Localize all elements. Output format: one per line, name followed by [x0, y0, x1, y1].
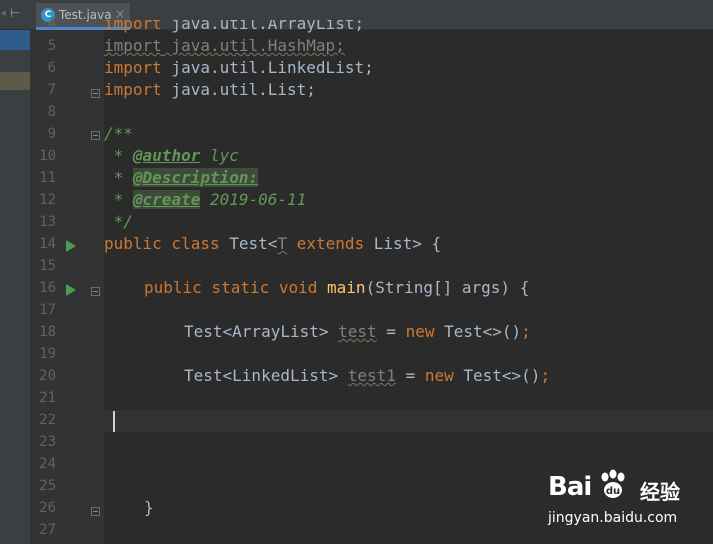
javadoc-value: lyc	[200, 146, 239, 165]
line-number: 19	[39, 346, 56, 362]
line-number: 21	[39, 390, 56, 406]
import-path: java.util.HashMap;	[161, 36, 345, 55]
method-name: main	[327, 278, 366, 297]
code-line-9: /**	[104, 124, 133, 143]
watermark-url: jingyan.baidu.com	[548, 510, 678, 526]
javadoc-tag: @create	[132, 190, 201, 209]
line-number: 20	[39, 368, 56, 384]
tab-label: Test.java	[59, 8, 112, 22]
unused-variable: test	[338, 322, 377, 341]
code-line-10: * @author lyc	[104, 146, 239, 165]
fold-comment-icon[interactable]	[91, 131, 100, 140]
line-number: 14	[39, 236, 56, 252]
line-number: 6	[47, 60, 56, 76]
line-number: 13	[39, 214, 56, 230]
type-name: Test<LinkedList>	[184, 366, 348, 385]
line-number: 11	[39, 170, 56, 186]
class-name: Test<	[229, 234, 278, 253]
close-icon[interactable]: ×	[115, 7, 125, 21]
watermark-brand: Bai	[548, 472, 592, 502]
keyword: public class	[104, 234, 230, 253]
keyword: import	[104, 58, 162, 77]
svg-text:du: du	[606, 486, 620, 497]
unused-variable: test1	[347, 366, 396, 385]
doc-star: *	[104, 168, 133, 187]
code-line-13: */	[104, 212, 133, 231]
code-line-12: * @create 2019-06-11	[104, 190, 306, 209]
line-number: 10	[39, 148, 56, 164]
doc-star: *	[104, 190, 133, 209]
code-line-11: * @Description:	[104, 168, 259, 187]
fold-method-icon[interactable]	[91, 287, 100, 296]
code-line-26: }	[144, 498, 154, 517]
keyword: new	[405, 322, 445, 341]
import-path: java.util.LinkedList;	[161, 58, 374, 77]
line-number: 5	[47, 38, 56, 54]
line-number: 7	[47, 82, 56, 98]
code-line-20: Test<LinkedList> test1 = new Test<>();	[184, 366, 550, 385]
line-number: 27	[39, 522, 56, 538]
fold-imports-icon[interactable]	[91, 89, 100, 98]
line-number: 18	[39, 324, 56, 340]
code-line-7: import java.util.List;	[104, 80, 316, 99]
line-number: 26	[39, 500, 56, 516]
code-text: =	[395, 366, 425, 385]
fold-end-icon[interactable]	[91, 507, 100, 516]
code-line-16: public static void main(String[] args) {	[144, 278, 529, 297]
line-number: 15	[39, 258, 56, 274]
line-number: 23	[39, 434, 56, 450]
line-number: 25	[39, 478, 56, 494]
watermark-chinese: 经验	[640, 480, 680, 504]
line-number: 8	[47, 104, 56, 120]
line-number: 4	[47, 16, 56, 32]
pin-tabs-icon[interactable]: ⊢	[10, 6, 20, 20]
keyword: extends	[287, 234, 374, 253]
line-number: 12	[39, 192, 56, 208]
baidu-jingyan-watermark: Bai du 经验 jingyan.baidu.com	[548, 468, 708, 538]
line-number: 9	[47, 126, 56, 142]
code-line-18: Test<ArrayList> test = new Test<>();	[184, 322, 531, 341]
paw-logo-icon: du	[601, 469, 625, 498]
left-tool-strip	[0, 0, 30, 544]
code-line-6: import java.util.LinkedList;	[104, 58, 374, 77]
type-name: Test<ArrayList>	[184, 322, 339, 341]
code-text: Test<>()	[463, 366, 541, 385]
javadoc-tag: @Description:	[132, 168, 259, 187]
text-caret	[113, 411, 115, 432]
keyword: import	[104, 36, 162, 55]
code-text: List> {	[373, 234, 442, 253]
semicolon: ;	[521, 322, 531, 341]
code-line-5: import java.util.HashMap;	[104, 36, 345, 55]
project-panel-selection[interactable]	[0, 30, 30, 50]
project-panel-item[interactable]	[0, 72, 30, 90]
line-number: 16	[39, 280, 56, 296]
line-number: 17	[39, 302, 56, 318]
semicolon: ;	[540, 366, 551, 385]
scroll-left-icon[interactable]: ◃	[0, 6, 7, 20]
code-text: Test<>()	[444, 322, 522, 341]
doc-star: *	[104, 146, 133, 165]
run-main-icon[interactable]	[66, 284, 76, 296]
code-line-14: public class Test<T extends List> {	[104, 234, 441, 253]
keyword: public static void	[144, 278, 328, 297]
current-line-highlight	[30, 410, 713, 432]
keyword: import	[104, 80, 162, 99]
import-path: java.util.List;	[161, 80, 316, 99]
javadoc-tag: @author	[132, 146, 201, 165]
type-parameter: T	[277, 234, 288, 253]
line-number: 22	[39, 412, 56, 428]
code-text: =	[376, 322, 406, 341]
javadoc-value: 2019-06-11	[200, 190, 307, 209]
run-class-icon[interactable]	[66, 240, 76, 252]
code-text: (String[] args) {	[365, 278, 530, 297]
keyword: new	[424, 366, 464, 385]
line-number: 24	[39, 456, 56, 472]
